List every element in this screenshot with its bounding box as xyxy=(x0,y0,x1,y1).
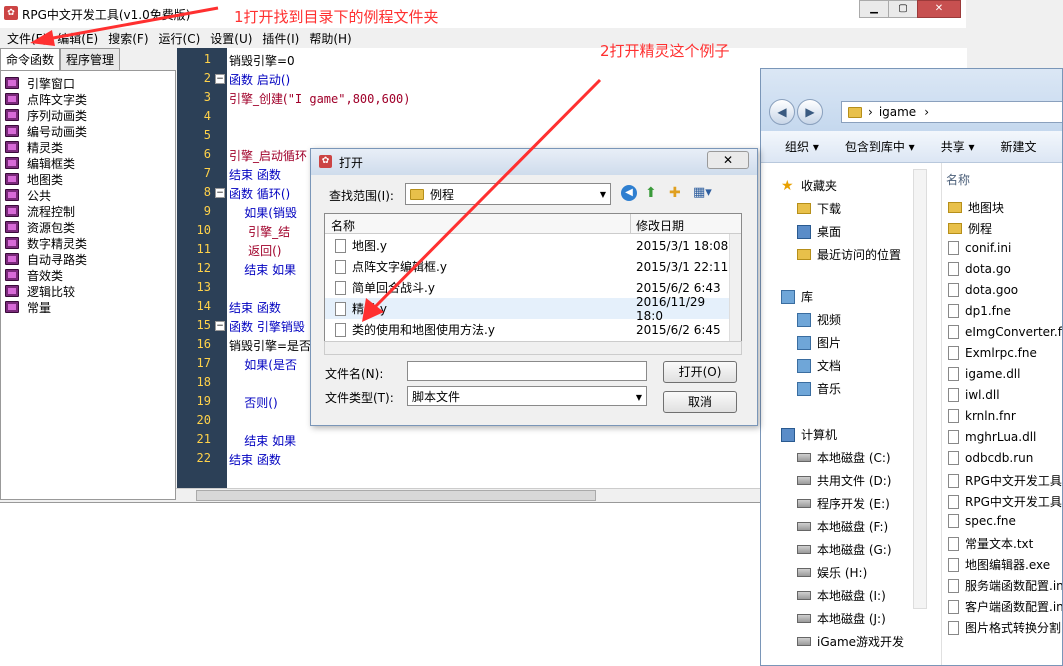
arrow-1 xyxy=(30,6,219,46)
annotation-arrows xyxy=(30,6,602,322)
annotation-step-2: 2打开精灵这个例子 xyxy=(600,42,730,60)
arrow-2 xyxy=(362,78,602,322)
annotation-step-1: 1打开找到目录下的例程文件夹 xyxy=(234,8,439,26)
